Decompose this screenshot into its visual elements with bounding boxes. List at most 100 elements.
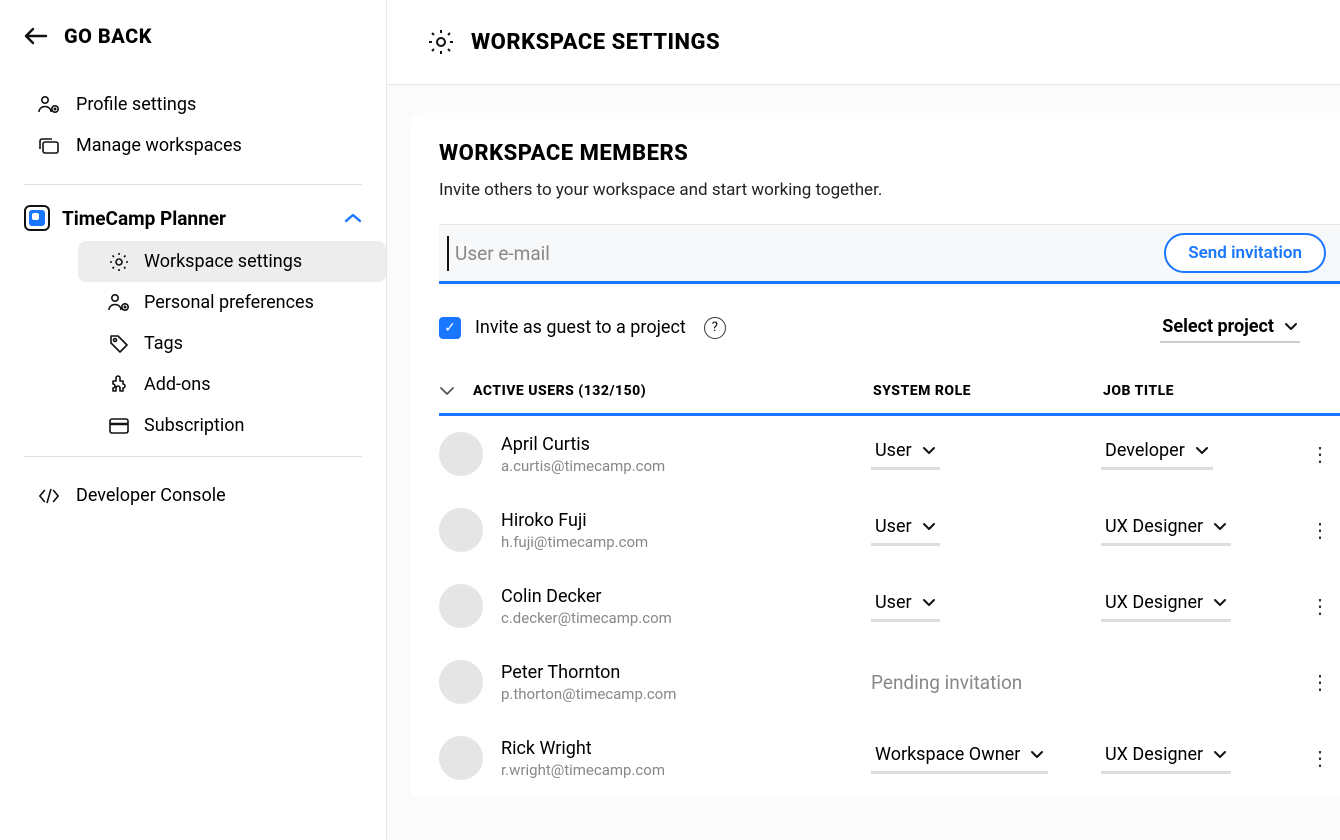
job-select[interactable]: UX Designer: [1101, 742, 1231, 774]
sidebar-label: Manage workspaces: [76, 135, 242, 156]
avatar: [439, 584, 483, 628]
avatar: [439, 432, 483, 476]
sidebar-section-top: Profile settings Manage workspaces: [0, 76, 386, 174]
more-menu-icon[interactable]: ⋮: [1310, 518, 1340, 542]
sidebar-item-subscription[interactable]: Subscription: [78, 405, 386, 446]
user-email: p.thorton@timecamp.com: [501, 685, 871, 703]
gear-icon: [108, 252, 130, 272]
job-value: UX Designer: [1105, 516, 1203, 537]
user-email: c.decker@timecamp.com: [501, 609, 871, 627]
sidebar-item-workspace-settings[interactable]: Workspace settings: [78, 241, 386, 282]
table-row: Colin Decker c.decker@timecamp.comUser UX …: [439, 568, 1340, 644]
sidebar-item-personal-prefs[interactable]: Personal preferences: [78, 282, 386, 323]
sidebar-item-profile[interactable]: Profile settings: [24, 84, 362, 125]
sidebar-item-tags[interactable]: Tags: [78, 323, 386, 364]
role-col: User: [871, 514, 1101, 546]
user-col: April Curtisa.curtis@timecamp.com: [501, 434, 871, 475]
sidebar-item-developer[interactable]: Developer Console: [24, 475, 362, 516]
more-menu-icon[interactable]: ⋮: [1310, 746, 1340, 770]
role-select[interactable]: Workspace Owner: [871, 742, 1048, 774]
project-select[interactable]: Select project: [1160, 312, 1300, 343]
role-value: User: [875, 592, 912, 613]
user-name: Colin Decker: [501, 586, 871, 607]
user-gear-icon: [108, 293, 130, 313]
th-job-title: JOB TITLE: [1103, 383, 1340, 399]
send-invitation-button[interactable]: Send invitation: [1164, 233, 1326, 273]
chevron-down-icon: [1195, 446, 1209, 456]
sidebar-label: Profile settings: [76, 94, 196, 115]
invite-bar: Send invitation: [439, 224, 1340, 284]
chevron-down-icon: [1213, 522, 1227, 532]
members-card: WORKSPACE MEMBERS Invite others to your …: [411, 113, 1340, 796]
user-col: Hiroko Fujih.fuji@timecamp.com: [501, 510, 871, 551]
more-menu-icon[interactable]: ⋮: [1310, 670, 1340, 694]
chevron-down-icon: [1284, 322, 1298, 332]
role-select[interactable]: User: [871, 438, 940, 470]
page-title: WORKSPACE SETTINGS: [471, 30, 720, 55]
job-select[interactable]: Developer: [1101, 438, 1213, 470]
user-col: Rick Wright r.wright@timecamp.com: [501, 738, 871, 779]
role-select[interactable]: User: [871, 590, 940, 622]
arrow-left-icon: [24, 27, 48, 45]
th-active-users: ACTIVE USERS (132/150): [473, 383, 873, 399]
guest-checkbox[interactable]: ✓: [439, 317, 461, 339]
main-header: WORKSPACE SETTINGS: [387, 0, 1340, 85]
go-back-button[interactable]: GO BACK: [0, 24, 386, 76]
user-name: Rick Wright: [501, 738, 871, 759]
role-value: Workspace Owner: [875, 744, 1020, 765]
table-row: April Curtisa.curtis@timecamp.comUser Dev…: [439, 416, 1340, 492]
role-select[interactable]: User: [871, 514, 940, 546]
sidebar-label: Workspace settings: [144, 251, 302, 272]
avatar: [439, 660, 483, 704]
table-row: Hiroko Fujih.fuji@timecamp.comUser UX Des…: [439, 492, 1340, 568]
user-email: a.curtis@timecamp.com: [501, 457, 871, 475]
sidebar-label: Tags: [144, 333, 183, 354]
job-value: UX Designer: [1105, 592, 1203, 613]
role-value: User: [875, 516, 912, 537]
user-email: h.fuji@timecamp.com: [501, 533, 871, 551]
job-select[interactable]: UX Designer: [1101, 514, 1231, 546]
user-col: Colin Decker c.decker@timecamp.com: [501, 586, 871, 627]
th-system-role: SYSTEM ROLE: [873, 383, 1103, 399]
avatar: [439, 508, 483, 552]
role-value: User: [875, 440, 912, 461]
chevron-down-icon: [922, 446, 936, 456]
email-input[interactable]: [447, 236, 1164, 271]
user-name: Peter Thornton: [501, 662, 871, 683]
role-col: Workspace Owner: [871, 742, 1101, 774]
role-col: User: [871, 590, 1101, 622]
gear-icon: [427, 28, 455, 56]
chevron-up-icon: [344, 212, 362, 224]
more-menu-icon[interactable]: ⋮: [1310, 442, 1340, 466]
sidebar-label: Subscription: [144, 415, 245, 436]
workspace-header[interactable]: TimeCamp Planner: [0, 195, 386, 241]
job-value: Developer: [1105, 440, 1185, 461]
guest-label: Invite as guest to a project: [475, 317, 686, 338]
collapse-icon[interactable]: [439, 385, 473, 397]
content-area: WORKSPACE MEMBERS Invite others to your …: [387, 85, 1340, 840]
main-panel: WORKSPACE SETTINGS WORKSPACE MEMBERS Inv…: [387, 0, 1340, 840]
go-back-label: GO BACK: [64, 24, 152, 48]
project-select-label: Select project: [1162, 316, 1274, 337]
sidebar-item-manage[interactable]: Manage workspaces: [24, 125, 362, 166]
check-icon: ✓: [444, 320, 456, 336]
workspaces-icon: [38, 137, 60, 155]
user-email: r.wright@timecamp.com: [501, 761, 871, 779]
help-icon[interactable]: ?: [704, 317, 726, 339]
card-description: Invite others to your workspace and star…: [439, 180, 1340, 200]
chevron-down-icon: [1030, 750, 1044, 760]
job-select[interactable]: UX Designer: [1101, 590, 1231, 622]
table-row: Rick Wright r.wright@timecamp.comWorkspac…: [439, 720, 1340, 796]
job-col: UX Designer: [1101, 590, 1310, 622]
chevron-down-icon: [1213, 598, 1227, 608]
role-col: User: [871, 438, 1101, 470]
job-col: Developer: [1101, 438, 1310, 470]
user-rows: April Curtisa.curtis@timecamp.comUserDev…: [439, 416, 1340, 796]
role-col: Pending invitation: [871, 671, 1101, 694]
code-icon: [38, 488, 60, 504]
guest-row: ✓ Invite as guest to a project ? Select …: [439, 284, 1340, 363]
more-menu-icon[interactable]: ⋮: [1310, 594, 1340, 618]
sidebar-item-addons[interactable]: Add-ons: [78, 364, 386, 405]
chevron-down-icon: [922, 598, 936, 608]
puzzle-icon: [108, 375, 130, 395]
